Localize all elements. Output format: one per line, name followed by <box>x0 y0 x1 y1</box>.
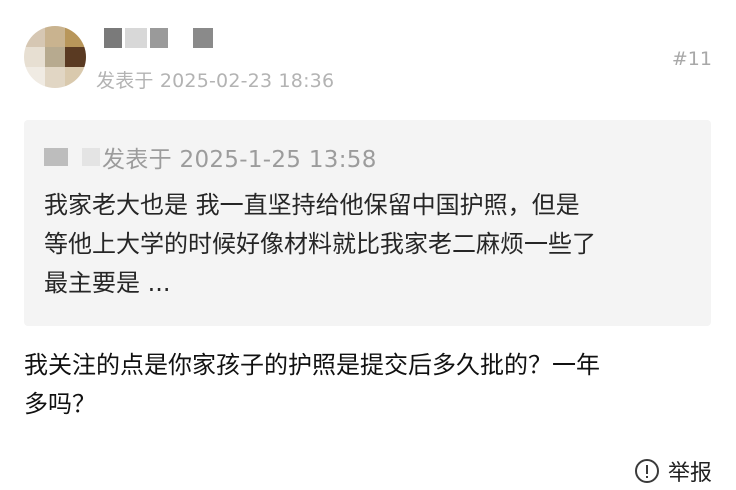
quote-line: 等他上大学的时候好像材料就比我家老二麻烦一些了 <box>44 230 596 258</box>
quote-line: 我家老大也是 我一直坚持给他保留中国护照，但是 <box>44 191 580 219</box>
report-button[interactable]: 举报 <box>634 455 712 487</box>
forum-reply: 发表于 2025-02-23 18:36 #11 发表于 2025-1-25 1… <box>0 0 736 490</box>
reply-line: 多吗？ <box>24 390 96 418</box>
quote-username-tail <box>82 148 100 166</box>
quote-content: 我家老大也是 我一直坚持给他保留中国护照，但是 等他上大学的时候好像材料就比我家… <box>44 186 694 303</box>
reply-line: 我关注的点是你家孩子的护照是提交后多久批的？一年 <box>24 351 600 379</box>
avatar-tile <box>44 67 66 88</box>
username[interactable] <box>104 28 213 48</box>
username-pixel <box>150 28 168 48</box>
quote-header: 发表于 2025-1-25 13:58 <box>44 140 377 174</box>
avatar-tile <box>24 67 45 88</box>
avatar-tile <box>65 67 86 88</box>
avatar-tile <box>24 46 45 68</box>
avatar-tile <box>65 46 86 68</box>
avatar-tile <box>24 26 45 47</box>
username-pixel <box>104 28 122 48</box>
username-pixel <box>171 28 185 48</box>
floor-number: #11 <box>671 48 712 70</box>
quote-timestamp: 发表于 2025-1-25 13:58 <box>102 147 377 173</box>
username-pixel <box>188 28 190 48</box>
quoted-post[interactable]: 发表于 2025-1-25 13:58 我家老大也是 我一直坚持给他保留中国护照… <box>24 120 711 326</box>
exclamation-circle-icon <box>634 459 659 483</box>
post-timestamp: 发表于 2025-02-23 18:36 <box>96 70 335 92</box>
avatar[interactable] <box>24 26 86 88</box>
avatar-tile <box>44 26 66 47</box>
quote-username <box>44 148 68 166</box>
report-label: 举报 <box>667 461 712 486</box>
avatar-tile <box>44 46 66 68</box>
username-pixel <box>193 28 213 48</box>
avatar-tile <box>65 26 86 47</box>
reply-content: 我关注的点是你家孩子的护照是提交后多久批的？一年 多吗？ <box>24 346 714 424</box>
quote-line: 最主要是 ... <box>44 269 171 297</box>
username-pixel <box>125 28 147 48</box>
